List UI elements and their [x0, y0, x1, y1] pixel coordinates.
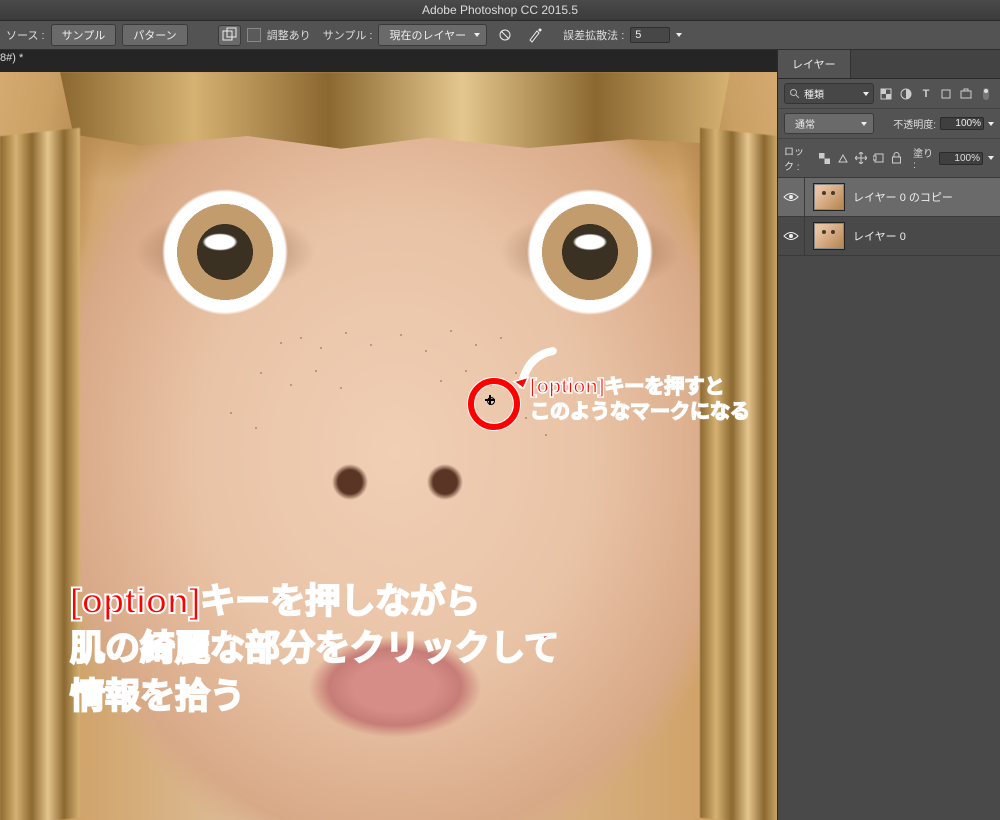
panel-tabs: レイヤー: [778, 50, 1000, 79]
pressure-icon[interactable]: [523, 23, 547, 47]
layers-panel: レイヤー 種類 T 通常 不透明度: 100% ロック :: [777, 50, 1000, 820]
filter-adjust-icon[interactable]: [898, 86, 914, 102]
lock-image-icon[interactable]: [836, 150, 849, 166]
blend-mode-dropdown[interactable]: 通常: [784, 113, 874, 134]
filter-smart-icon[interactable]: [958, 86, 974, 102]
eye-icon: [783, 230, 799, 242]
lock-position-icon[interactable]: [854, 150, 867, 166]
filter-type-icon[interactable]: T: [918, 86, 934, 102]
caret-down-icon: [861, 122, 867, 126]
clone-source-icon[interactable]: [218, 25, 241, 46]
layer-thumbnail[interactable]: [813, 222, 845, 250]
sample-dropdown[interactable]: 現在のレイヤー: [378, 24, 487, 46]
layer-name[interactable]: レイヤー 0 のコピー: [853, 189, 953, 205]
search-icon: [789, 88, 800, 99]
tab-layers[interactable]: レイヤー: [778, 50, 851, 78]
diffusion-input[interactable]: 5: [630, 27, 670, 43]
source-pattern-button[interactable]: パターン: [122, 24, 187, 46]
caret-down-icon[interactable]: [988, 156, 994, 160]
opacity-input[interactable]: 100%: [940, 117, 984, 130]
annotation-large: [option]キーを押しながら 肌の綺麗な部分をクリックして 情報を拾う: [70, 578, 559, 720]
layer-list: レイヤー 0 のコピー レイヤー 0: [778, 178, 1000, 820]
visibility-toggle[interactable]: [778, 178, 805, 216]
layer-name[interactable]: レイヤー 0: [853, 228, 906, 244]
diffusion-label: 誤差拡散法 :: [563, 27, 624, 43]
visibility-toggle[interactable]: [778, 217, 805, 255]
fill-label: 塗り :: [913, 145, 934, 171]
canvas[interactable]: 8#) * [option]キーを押すと このようなマークになる [option…: [0, 50, 777, 820]
filter-pixel-icon[interactable]: [878, 86, 894, 102]
filter-toggle-icon[interactable]: [978, 86, 994, 102]
aligned-checkbox[interactable]: [247, 28, 261, 42]
layer-row[interactable]: レイヤー 0: [778, 217, 1000, 256]
lock-artboard-icon[interactable]: [872, 150, 885, 166]
crosshair-cursor-icon: [485, 395, 495, 405]
options-bar: ソース : サンプル パターン 調整あり サンプル : 現在のレイヤー 誤差拡散…: [0, 21, 1000, 50]
caret-down-icon: [474, 33, 480, 37]
filter-shape-icon[interactable]: [938, 86, 954, 102]
source-label: ソース :: [6, 27, 45, 43]
fill-input[interactable]: 100%: [939, 152, 983, 165]
document-tab[interactable]: 8#) *: [0, 52, 23, 64]
sample-label: サンプル :: [323, 27, 373, 43]
opacity-label: 不透明度:: [893, 116, 936, 131]
layer-thumbnail[interactable]: [813, 183, 845, 211]
source-sample-button[interactable]: サンプル: [51, 24, 117, 46]
eye-icon: [783, 191, 799, 203]
lock-all-icon[interactable]: [890, 150, 903, 166]
lock-label: ロック :: [784, 143, 813, 173]
caret-down-icon: [863, 92, 869, 96]
caret-down-icon[interactable]: [676, 33, 682, 37]
layer-row[interactable]: レイヤー 0 のコピー: [778, 178, 1000, 217]
annotation-small: [option]キーを押すと このようなマークになる: [530, 375, 750, 425]
layer-filter-dropdown[interactable]: 種類: [784, 83, 874, 104]
lock-transparent-icon[interactable]: [818, 150, 831, 166]
aligned-label: 調整あり: [267, 27, 311, 43]
caret-down-icon[interactable]: [988, 122, 994, 126]
title-bar: Adobe Photoshop CC 2015.5: [0, 0, 1000, 21]
ignore-adjustment-icon[interactable]: [493, 23, 517, 47]
